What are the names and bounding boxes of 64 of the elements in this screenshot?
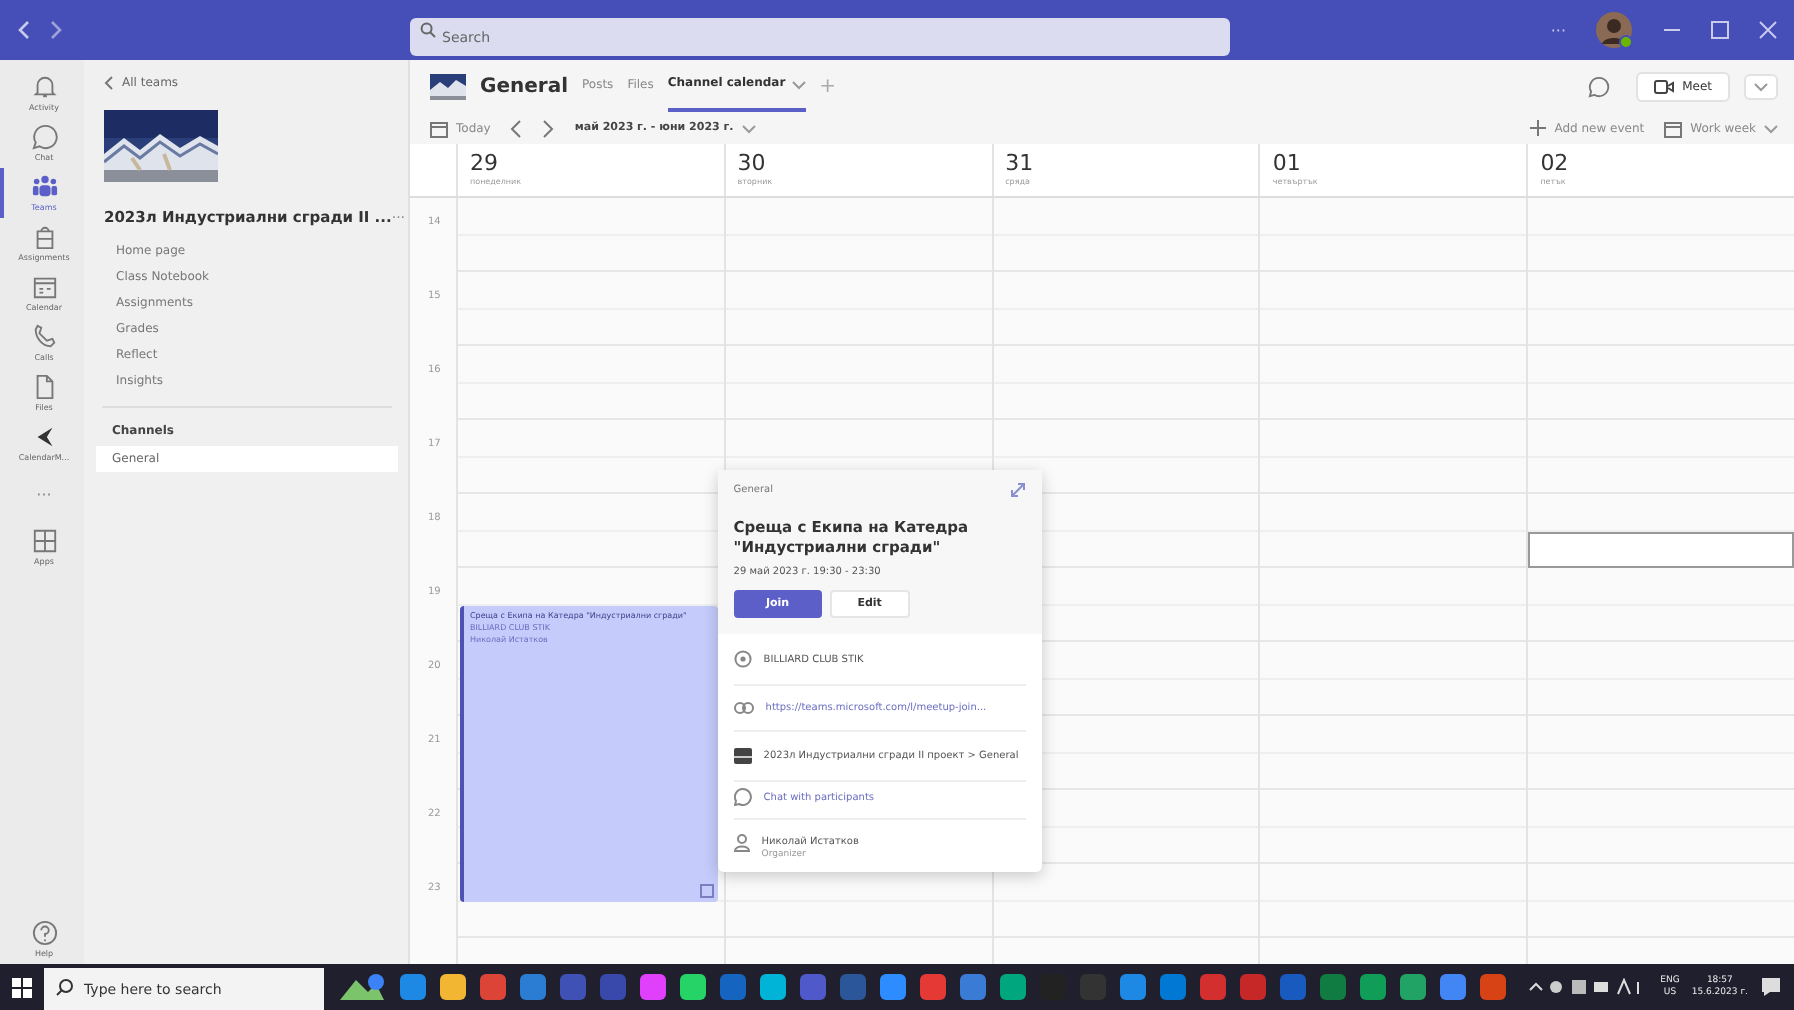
chevron-down-icon — [1764, 123, 1778, 133]
app-icon[interactable] — [1400, 974, 1426, 1000]
maximize-icon[interactable] — [1710, 20, 1730, 40]
app-icon[interactable] — [920, 974, 946, 1000]
file-icon — [31, 374, 57, 400]
day-number: 29 — [470, 150, 500, 176]
app-icon[interactable] — [880, 974, 906, 1000]
phone-icon — [31, 324, 57, 350]
start-icon[interactable] — [12, 977, 32, 997]
video-icon — [1654, 79, 1675, 93]
chat-icon[interactable] — [1588, 75, 1611, 97]
team-icon — [733, 748, 752, 764]
previous-icon[interactable] — [510, 119, 523, 137]
apps-icon — [31, 528, 57, 554]
chat-icon — [31, 124, 57, 150]
calendar-icon — [31, 274, 57, 300]
app-icon[interactable] — [1360, 974, 1386, 1000]
app-icon[interactable] — [400, 974, 426, 1000]
chat-icon — [733, 788, 752, 806]
calendar-icon — [430, 119, 448, 137]
day-number: 01 — [1272, 150, 1303, 176]
chevron-left-icon — [104, 76, 114, 90]
meet-options-button[interactable] — [1744, 73, 1778, 99]
bell-icon — [31, 74, 57, 100]
avatar-icon[interactable] — [1594, 10, 1634, 50]
more-options[interactable]: ··· — [1550, 21, 1566, 39]
app-icon[interactable] — [1440, 974, 1466, 1000]
person-icon — [733, 834, 750, 852]
app-icon[interactable] — [960, 974, 986, 1000]
app-icon[interactable] — [520, 974, 546, 1000]
selected-time-slot[interactable] — [1528, 531, 1794, 568]
bag-icon — [31, 224, 57, 250]
chevron-down-icon — [1754, 81, 1768, 91]
search-icon — [56, 978, 74, 996]
app-icon[interactable] — [1120, 974, 1146, 1000]
chevron-down-icon — [741, 123, 756, 133]
next-icon[interactable] — [542, 119, 555, 137]
channel-title: General — [480, 75, 568, 97]
teams-icon — [31, 174, 57, 200]
app-icon[interactable] — [1000, 974, 1026, 1000]
link-icon — [733, 702, 754, 714]
forward-icon[interactable] — [48, 20, 64, 40]
close-icon[interactable] — [1758, 20, 1778, 40]
day-number: 02 — [1540, 150, 1571, 176]
app-icon[interactable] — [440, 974, 466, 1000]
back-icon[interactable] — [16, 20, 32, 40]
app-icon[interactable] — [480, 974, 506, 1000]
day-number: 31 — [1005, 150, 1036, 176]
widget-icon[interactable] — [336, 971, 388, 1003]
app-icon[interactable] — [1160, 974, 1186, 1000]
search-icon — [420, 22, 436, 38]
app-icon[interactable] — [640, 974, 666, 1000]
rail-item[interactable]: ··· — [0, 468, 84, 522]
app-icon[interactable] — [760, 974, 786, 1000]
plus-icon — [1530, 120, 1547, 136]
location-icon — [733, 650, 752, 668]
expand-icon[interactable] — [1009, 482, 1026, 498]
help-icon — [31, 920, 57, 946]
day-number: 30 — [737, 150, 768, 176]
notification-icon[interactable] — [1760, 976, 1782, 998]
app-icon[interactable] — [680, 974, 706, 1000]
app-icon[interactable] — [1480, 974, 1506, 1000]
calendar-icon — [1664, 119, 1683, 137]
chevron-down-icon — [791, 79, 806, 89]
